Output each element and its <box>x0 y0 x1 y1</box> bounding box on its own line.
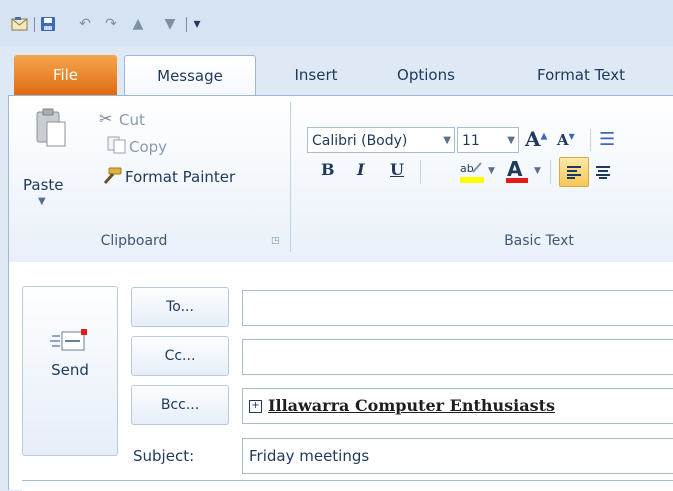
font-name-combo[interactable]: Calibri (Body) ▼ <box>307 127 455 153</box>
ribbon-tabs: File Message Insert Options Format Text <box>0 55 673 97</box>
clipboard-group-label: Clipboard <box>100 233 168 249</box>
bcc-button[interactable]: Bcc... <box>131 385 229 425</box>
tab-format-text[interactable]: Format Text <box>516 55 646 95</box>
redo-icon[interactable]: ↷ <box>101 14 121 34</box>
font-size-value: 11 <box>462 133 480 149</box>
copy-icon <box>107 136 127 158</box>
format-painter-button[interactable]: Format Painter <box>125 168 235 186</box>
send-label: Send <box>51 361 89 379</box>
send-icon <box>23 327 117 357</box>
font-name-value: Calibri (Body) <box>312 133 408 149</box>
cut-button[interactable]: Cut <box>119 111 145 129</box>
italic-button[interactable]: I <box>357 160 364 179</box>
customize-icon[interactable]: ▾ <box>191 14 203 34</box>
undo-icon[interactable]: ↶ <box>75 14 95 34</box>
save-icon[interactable] <box>38 14 58 34</box>
align-left-icon <box>567 166 581 179</box>
tab-message[interactable]: Message <box>124 55 256 97</box>
font-color-icon[interactable]: A <box>505 156 529 188</box>
message-body[interactable] <box>22 480 673 491</box>
cc-field[interactable] <box>242 339 673 375</box>
align-center-icon[interactable] <box>595 164 611 183</box>
tab-file[interactable]: File <box>14 55 117 95</box>
cut-icon: ✂ <box>99 109 113 128</box>
to-button[interactable]: To... <box>131 287 229 327</box>
shrink-font-icon[interactable]: A▼ <box>557 131 575 149</box>
quick-access-toolbar: ↶ ↷ ▲ ▼ ▾ <box>0 0 673 46</box>
font-size-combo[interactable]: 11 ▼ <box>457 127 519 153</box>
grow-font-icon[interactable]: A▲ <box>525 127 547 151</box>
group-separator <box>290 102 291 252</box>
bullets-icon[interactable]: ☰ <box>599 129 615 150</box>
paste-dropdown-icon[interactable]: ▼ <box>38 196 46 207</box>
paste-icon[interactable] <box>35 108 67 158</box>
chevron-down-icon[interactable]: ▼ <box>488 166 495 176</box>
to-field[interactable] <box>242 290 673 326</box>
chevron-down-icon[interactable]: ▼ <box>534 166 541 176</box>
svg-text:A: A <box>507 157 523 181</box>
qat-separator <box>186 17 187 32</box>
align-left-button[interactable] <box>559 157 589 187</box>
qat-separator <box>34 17 35 32</box>
divider <box>590 129 591 151</box>
underline-button[interactable]: U <box>390 160 404 179</box>
cc-button[interactable]: Cc... <box>131 336 229 376</box>
expand-plus-icon[interactable]: + <box>249 400 262 413</box>
bcc-recipient-group[interactable]: Illawarra Computer Enthusiasts <box>268 396 555 415</box>
clipboard-launcher-icon[interactable]: ◳ <box>271 236 280 246</box>
basic-text-group-label: Basic Text <box>504 233 574 249</box>
subject-field[interactable]: Friday meetings <box>242 438 673 474</box>
send-button[interactable]: Send <box>22 286 118 456</box>
paste-button[interactable]: Paste <box>23 176 64 194</box>
tab-insert[interactable]: Insert <box>276 55 356 95</box>
up-arrow-icon[interactable]: ▲ <box>128 14 148 34</box>
copy-button[interactable]: Copy <box>129 138 167 156</box>
subject-label: Subject: <box>133 447 195 465</box>
bcc-field[interactable]: + Illawarra Computer Enthusiasts <box>242 388 673 424</box>
svg-text:ab: ab <box>460 162 474 175</box>
divider <box>550 160 551 184</box>
bold-button[interactable]: B <box>321 160 335 179</box>
chevron-down-icon: ▼ <box>507 135 515 146</box>
tab-options[interactable]: Options <box>381 55 471 95</box>
down-arrow-icon[interactable]: ▼ <box>160 14 180 34</box>
ribbon: Paste ▼ ✂ Cut Copy Format Painter Clipbo… <box>8 95 673 262</box>
chevron-down-icon: ▼ <box>443 135 451 146</box>
divider <box>420 160 421 184</box>
outlook-app-icon[interactable] <box>10 14 30 34</box>
highlight-icon[interactable]: ab <box>459 158 485 188</box>
format-painter-icon <box>101 167 123 189</box>
